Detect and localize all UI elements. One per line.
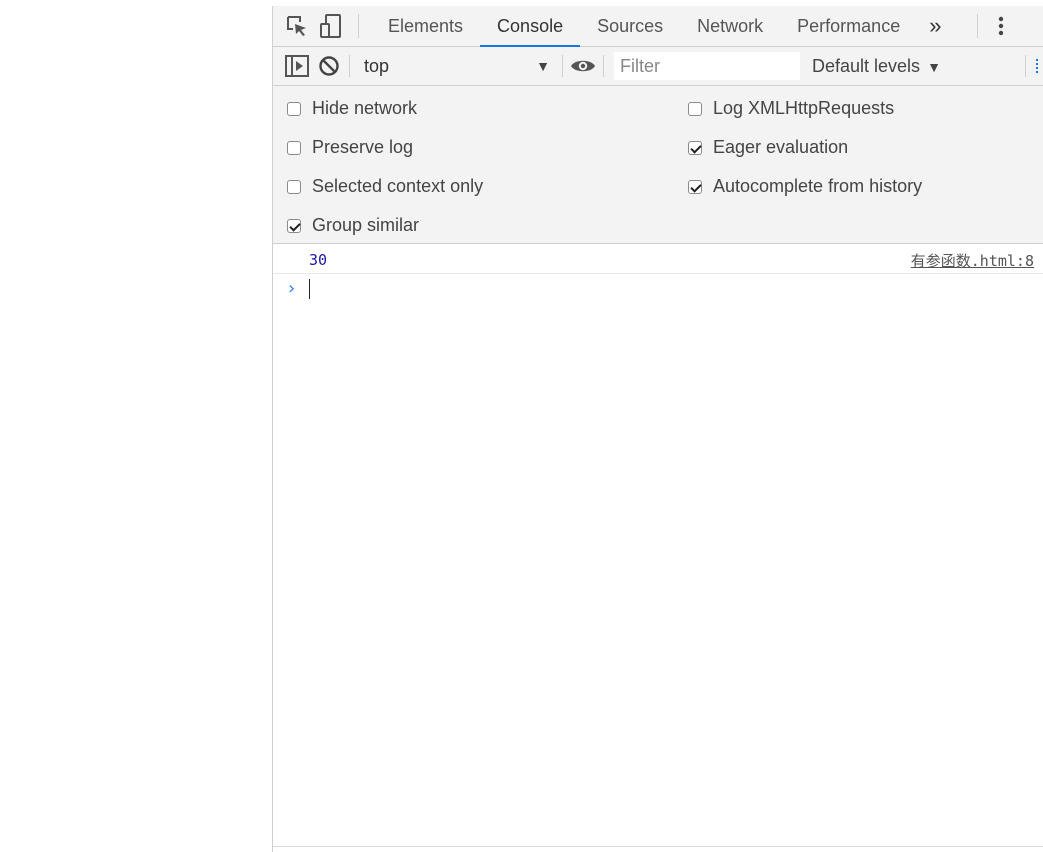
console-settings-button[interactable] <box>1020 55 1043 77</box>
option-hide-network[interactable]: Hide network <box>287 98 417 119</box>
option-group-similar[interactable]: Group similar <box>287 215 419 236</box>
sidebar-toggle-icon[interactable] <box>283 47 311 85</box>
console-input[interactable] <box>309 274 1043 304</box>
toolbar-divider <box>977 14 979 38</box>
checkbox[interactable] <box>287 179 301 194</box>
tab-label: Elements <box>388 15 464 36</box>
devtools-tab-bar: Elements Console Sources Network Perform… <box>273 6 1043 47</box>
toolbar-divider <box>1025 55 1026 77</box>
text-caret <box>309 279 310 299</box>
console-settings-panel: Hide network Preserve log Selected conte… <box>273 86 1043 244</box>
tab-label: Console <box>497 15 564 36</box>
option-preserve-log[interactable]: Preserve log <box>287 137 413 158</box>
option-label: Group similar <box>312 215 420 235</box>
option-label: Hide network <box>312 98 418 118</box>
toolbar-divider <box>603 55 604 77</box>
prompt-chevron-icon: › <box>286 278 297 299</box>
context-value: top <box>364 55 390 76</box>
log-value: 30 <box>309 251 328 269</box>
option-label: Preserve log <box>312 137 414 157</box>
console-message: 30 有参函数.html:8 <box>273 244 1043 274</box>
tab-sources[interactable]: Sources <box>580 6 680 46</box>
tab-network[interactable]: Network <box>680 6 780 46</box>
kebab-menu-icon[interactable] <box>990 6 1012 46</box>
checkbox-checked[interactable] <box>287 218 301 233</box>
eye-icon[interactable] <box>569 47 597 85</box>
tab-label: Performance <box>797 15 901 36</box>
gear-icon <box>1036 59 1042 73</box>
tab-label: Sources <box>597 15 664 36</box>
tab-performance[interactable]: Performance <box>780 6 917 46</box>
filter-input[interactable] <box>614 52 800 80</box>
toolbar-divider <box>562 55 563 77</box>
option-selected-context-only[interactable]: Selected context only <box>287 176 483 197</box>
checkbox-checked[interactable] <box>688 140 702 155</box>
console-messages: 30 有参函数.html:8 › <box>273 244 1043 304</box>
dropdown-arrow-icon: ▼ <box>536 58 550 74</box>
checkbox[interactable] <box>287 140 301 155</box>
option-autocomplete-from-history[interactable]: Autocomplete from history <box>688 176 922 197</box>
checkbox-checked[interactable] <box>688 179 702 194</box>
console-toolbar: top ▼ Default levels ▼ <box>273 47 1043 86</box>
dropdown-arrow-icon: ▼ <box>927 58 941 75</box>
inspect-element-icon[interactable] <box>284 6 310 46</box>
option-log-xmlhttprequests[interactable]: Log XMLHttpRequests <box>688 98 894 119</box>
option-label: Autocomplete from history <box>713 176 923 196</box>
device-toolbar-icon[interactable] <box>318 6 344 46</box>
tab-elements[interactable]: Elements <box>371 6 480 46</box>
toolbar-divider <box>349 55 350 77</box>
clear-console-icon[interactable] <box>315 47 343 85</box>
option-label: Eager evaluation <box>713 137 849 157</box>
option-label: Selected context only <box>312 176 484 196</box>
checkbox[interactable] <box>287 101 301 116</box>
tab-console[interactable]: Console <box>480 6 581 47</box>
levels-label: Default levels <box>812 55 921 76</box>
divider <box>273 846 1043 847</box>
log-levels-dropdown[interactable]: Default levels ▼ <box>812 56 941 77</box>
option-label: Log XMLHttpRequests <box>713 98 895 118</box>
option-eager-evaluation[interactable]: Eager evaluation <box>688 137 848 158</box>
context-selector[interactable]: top ▼ <box>356 47 556 85</box>
tab-label: Network <box>697 15 764 36</box>
source-link[interactable]: 有参函数.html:8 <box>911 250 1034 271</box>
more-tabs-button[interactable]: » <box>917 6 955 46</box>
toolbar-divider <box>358 14 359 38</box>
console-prompt: › <box>273 274 1043 304</box>
checkbox[interactable] <box>688 101 702 116</box>
devtools-panel: Elements Console Sources Network Perform… <box>272 6 1043 852</box>
